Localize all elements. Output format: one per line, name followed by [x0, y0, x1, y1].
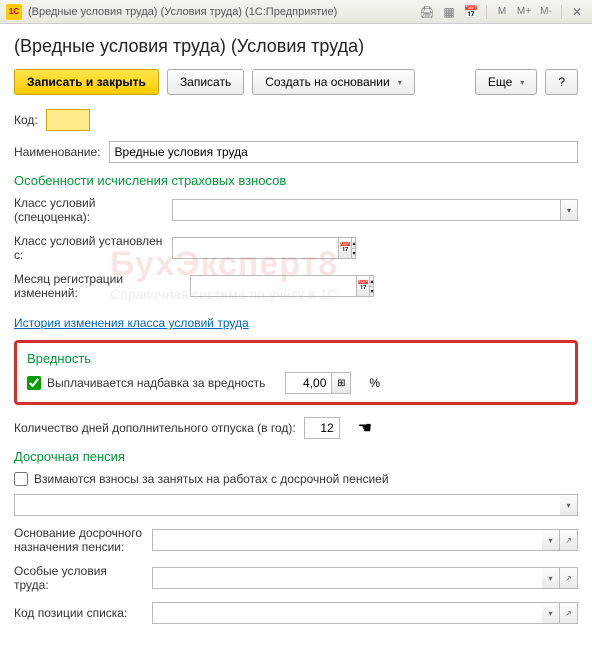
position-code-open-btn[interactable]: ↗ — [560, 602, 578, 624]
m-icon[interactable]: M — [493, 3, 511, 21]
name-input[interactable] — [109, 141, 578, 163]
calendar-icon[interactable]: 📅 — [462, 3, 480, 21]
pension-section-header: Досрочная пенсия — [14, 449, 578, 464]
hand-pointer-icon: ☚ — [358, 418, 372, 438]
position-code-label: Код позиции списка: — [14, 606, 144, 620]
pension-checkbox[interactable] — [14, 472, 28, 486]
close-icon[interactable]: ✕ — [568, 3, 586, 21]
code-label: Код: — [14, 113, 38, 127]
reg-month-down-icon[interactable]: ▾ — [369, 286, 374, 297]
special-cond-open-btn[interactable]: ↗ — [560, 567, 578, 589]
harm-section-header: Вредность — [27, 351, 565, 366]
print-icon[interactable]: 🖨 — [418, 3, 436, 21]
class-date-calendar-icon[interactable]: 📅 — [338, 237, 351, 259]
m-plus-icon[interactable]: M+ — [515, 3, 533, 21]
harm-checkbox-label: Выплачивается надбавка за вредность — [47, 376, 265, 390]
class-date-down-icon[interactable]: ▾ — [351, 248, 356, 259]
separator — [561, 5, 562, 19]
harm-checkbox[interactable] — [27, 376, 41, 390]
help-button[interactable]: ? — [545, 69, 578, 95]
class-date-up-icon[interactable]: ▴ — [351, 237, 356, 248]
pension-basis-label: Основание досрочного назначения пенсии: — [14, 526, 144, 554]
more-button[interactable]: Еще — [475, 69, 537, 95]
save-button[interactable]: Записать — [167, 69, 244, 95]
m-minus-icon[interactable]: M- — [537, 3, 555, 21]
class-label: Класс условий (спецоценка): — [14, 196, 164, 224]
position-code-input[interactable] — [152, 602, 542, 624]
pension-dropdown-btn[interactable]: ▾ — [560, 494, 578, 516]
class-date-input[interactable] — [172, 237, 338, 259]
app-logo-icon: 1C — [6, 4, 22, 20]
harm-calc-icon[interactable]: ⊞ — [331, 372, 351, 394]
reg-month-input[interactable] — [190, 275, 356, 297]
harm-pct-label: % — [369, 376, 380, 390]
harm-value-input[interactable] — [285, 372, 331, 394]
class-input[interactable] — [172, 199, 560, 221]
insurance-section-header: Особенности исчисления страховых взносов — [14, 173, 578, 188]
pension-checkbox-label: Взимаются взносы за занятых на работах с… — [34, 472, 389, 486]
code-input[interactable] — [46, 109, 90, 131]
window-titlebar: 1C (Вредные условия труда) (Условия труд… — [0, 0, 592, 24]
create-based-button[interactable]: Создать на основании — [252, 69, 415, 95]
class-dropdown-btn[interactable]: ▾ — [560, 199, 578, 221]
vacation-input[interactable] — [304, 417, 340, 439]
pension-dropdown-input[interactable] — [14, 494, 560, 516]
special-cond-label: Особые условия труда: — [14, 564, 144, 592]
separator — [486, 5, 487, 19]
reg-month-label: Месяц регистрации изменений: — [14, 272, 182, 300]
reg-month-up-icon[interactable]: ▴ — [369, 275, 374, 286]
name-label: Наименование: — [14, 145, 101, 159]
reg-month-calendar-icon[interactable]: 📅 — [356, 275, 369, 297]
vacation-label: Количество дней дополнительного отпуска … — [14, 421, 296, 435]
class-date-label: Класс условий установлен с: — [14, 234, 164, 262]
window-title: (Вредные условия труда) (Условия труда) … — [28, 6, 418, 18]
page-title: (Вредные условия труда) (Условия труда) — [14, 36, 578, 57]
harm-highlight-box: Вредность Выплачивается надбавка за вред… — [14, 340, 578, 405]
save-close-button[interactable]: Записать и закрыть — [14, 69, 159, 95]
position-code-dropdown-btn[interactable]: ▾ — [542, 602, 560, 624]
toolbar: Записать и закрыть Записать Создать на о… — [14, 69, 578, 95]
special-cond-input[interactable] — [152, 567, 542, 589]
history-link[interactable]: История изменения класса условий труда — [14, 316, 249, 330]
grid-icon[interactable]: ▦ — [440, 3, 458, 21]
special-cond-dropdown-btn[interactable]: ▾ — [542, 567, 560, 589]
